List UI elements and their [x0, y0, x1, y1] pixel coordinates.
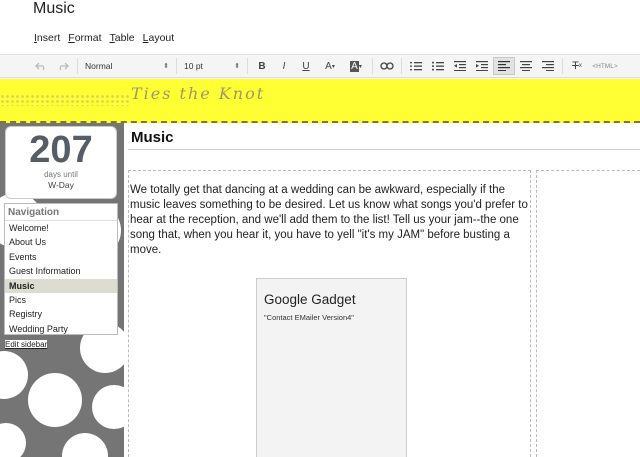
link-icon	[380, 62, 394, 70]
font-color-icon: A	[325, 60, 332, 72]
page-title[interactable]: Music	[131, 129, 174, 146]
nav-item-events[interactable]: Events	[5, 250, 117, 264]
align-left-icon	[498, 61, 510, 71]
align-center-button[interactable]	[515, 57, 537, 75]
menu-bar: Insert Format Table Layout	[30, 32, 178, 44]
wedding-countdown: 207 days until W-Day	[5, 126, 117, 199]
undo-button[interactable]	[30, 57, 52, 75]
nav-item-wedding-party[interactable]: Wedding Party	[5, 322, 117, 336]
clear-formatting-icon: T	[572, 60, 579, 72]
banner-texture	[0, 94, 130, 106]
polka-dot	[28, 373, 82, 427]
gadget-name: "Contact EMailer Version4"	[264, 313, 354, 322]
underline-button[interactable]: U	[295, 57, 317, 75]
countdown-event: W-Day	[48, 180, 74, 190]
navigation-panel: Navigation Welcome! About Us Events Gues…	[4, 203, 118, 335]
toolbar-divider	[372, 58, 373, 74]
toolbar-divider	[77, 58, 78, 74]
align-center-icon	[520, 61, 532, 71]
nav-item-guest-information[interactable]: Guest Information	[5, 264, 117, 278]
polka-dot	[0, 351, 28, 399]
html-mode-button[interactable]: <HTML>	[588, 57, 622, 75]
polka-dot	[0, 423, 26, 457]
menu-table[interactable]: Table	[106, 32, 139, 44]
nav-item-welcome[interactable]: Welcome!	[5, 221, 117, 235]
italic-button[interactable]: I	[273, 57, 295, 75]
toolbar-divider	[562, 58, 563, 74]
undo-icon	[35, 62, 45, 71]
page-title-bar	[128, 123, 640, 150]
polka-dot	[92, 385, 124, 429]
document-title[interactable]: Music	[33, 0, 75, 18]
nav-item-music[interactable]: Music	[5, 278, 117, 293]
gadget-title: Google Gadget	[264, 292, 356, 307]
nav-item-about-us[interactable]: About Us	[5, 235, 117, 249]
nav-item-registry[interactable]: Registry	[5, 307, 117, 321]
indent-icon	[476, 61, 488, 71]
select-arrows-icon: ⬍	[234, 63, 240, 70]
align-right-icon	[542, 61, 554, 71]
edit-sidebar-link[interactable]: Edit sidebar	[5, 340, 48, 349]
link-button[interactable]	[376, 57, 398, 75]
increase-indent-button[interactable]	[471, 57, 493, 75]
countdown-label: days until	[44, 170, 78, 179]
menu-format[interactable]: Format	[64, 32, 105, 44]
right-content-column[interactable]	[536, 170, 640, 457]
nav-item-pics[interactable]: Pics	[5, 293, 117, 307]
font-color-button[interactable]: A ▾	[317, 57, 343, 75]
navigation-heading: Navigation	[5, 204, 117, 221]
align-left-button[interactable]	[493, 57, 515, 75]
paragraph-style-value: Normal	[85, 61, 113, 71]
align-right-button[interactable]	[537, 57, 559, 75]
decrease-indent-button[interactable]	[449, 57, 471, 75]
countdown-number: 207	[29, 129, 93, 171]
bulleted-list-icon	[432, 61, 444, 71]
paragraph-style-select[interactable]: Normal ⬍	[81, 58, 173, 74]
menu-layout[interactable]: Layout	[139, 32, 179, 44]
formatting-toolbar: Normal ⬍ 10 pt ⬍ B I U A ▾ A ▾ Tx <HTML>	[0, 54, 640, 78]
bulleted-list-button[interactable]	[427, 57, 449, 75]
banner-title: Ties the Knot	[131, 84, 266, 103]
google-gadget-placeholder[interactable]: Google Gadget "Contact EMailer Version4"	[256, 278, 407, 457]
bold-button[interactable]: B	[251, 57, 273, 75]
toolbar-divider	[176, 58, 177, 74]
menu-insert[interactable]: Insert	[30, 32, 64, 44]
content-paragraph[interactable]: We totally get that dancing at a wedding…	[130, 183, 528, 258]
toolbar-divider	[247, 58, 248, 74]
clear-formatting-button[interactable]: Tx	[566, 57, 588, 75]
redo-icon	[59, 62, 69, 71]
toolbar-divider	[401, 58, 402, 74]
font-size-select[interactable]: 10 pt ⬍	[180, 58, 244, 74]
polka-dot	[62, 433, 108, 457]
select-arrows-icon: ⬍	[163, 63, 169, 70]
highlight-color-button[interactable]: A ▾	[343, 57, 369, 75]
numbered-list-icon	[410, 62, 422, 71]
highlight-icon: A	[350, 60, 359, 72]
numbered-list-button[interactable]	[405, 57, 427, 75]
outdent-icon	[454, 61, 466, 71]
redo-button[interactable]	[52, 57, 74, 75]
font-size-value: 10 pt	[184, 61, 203, 71]
